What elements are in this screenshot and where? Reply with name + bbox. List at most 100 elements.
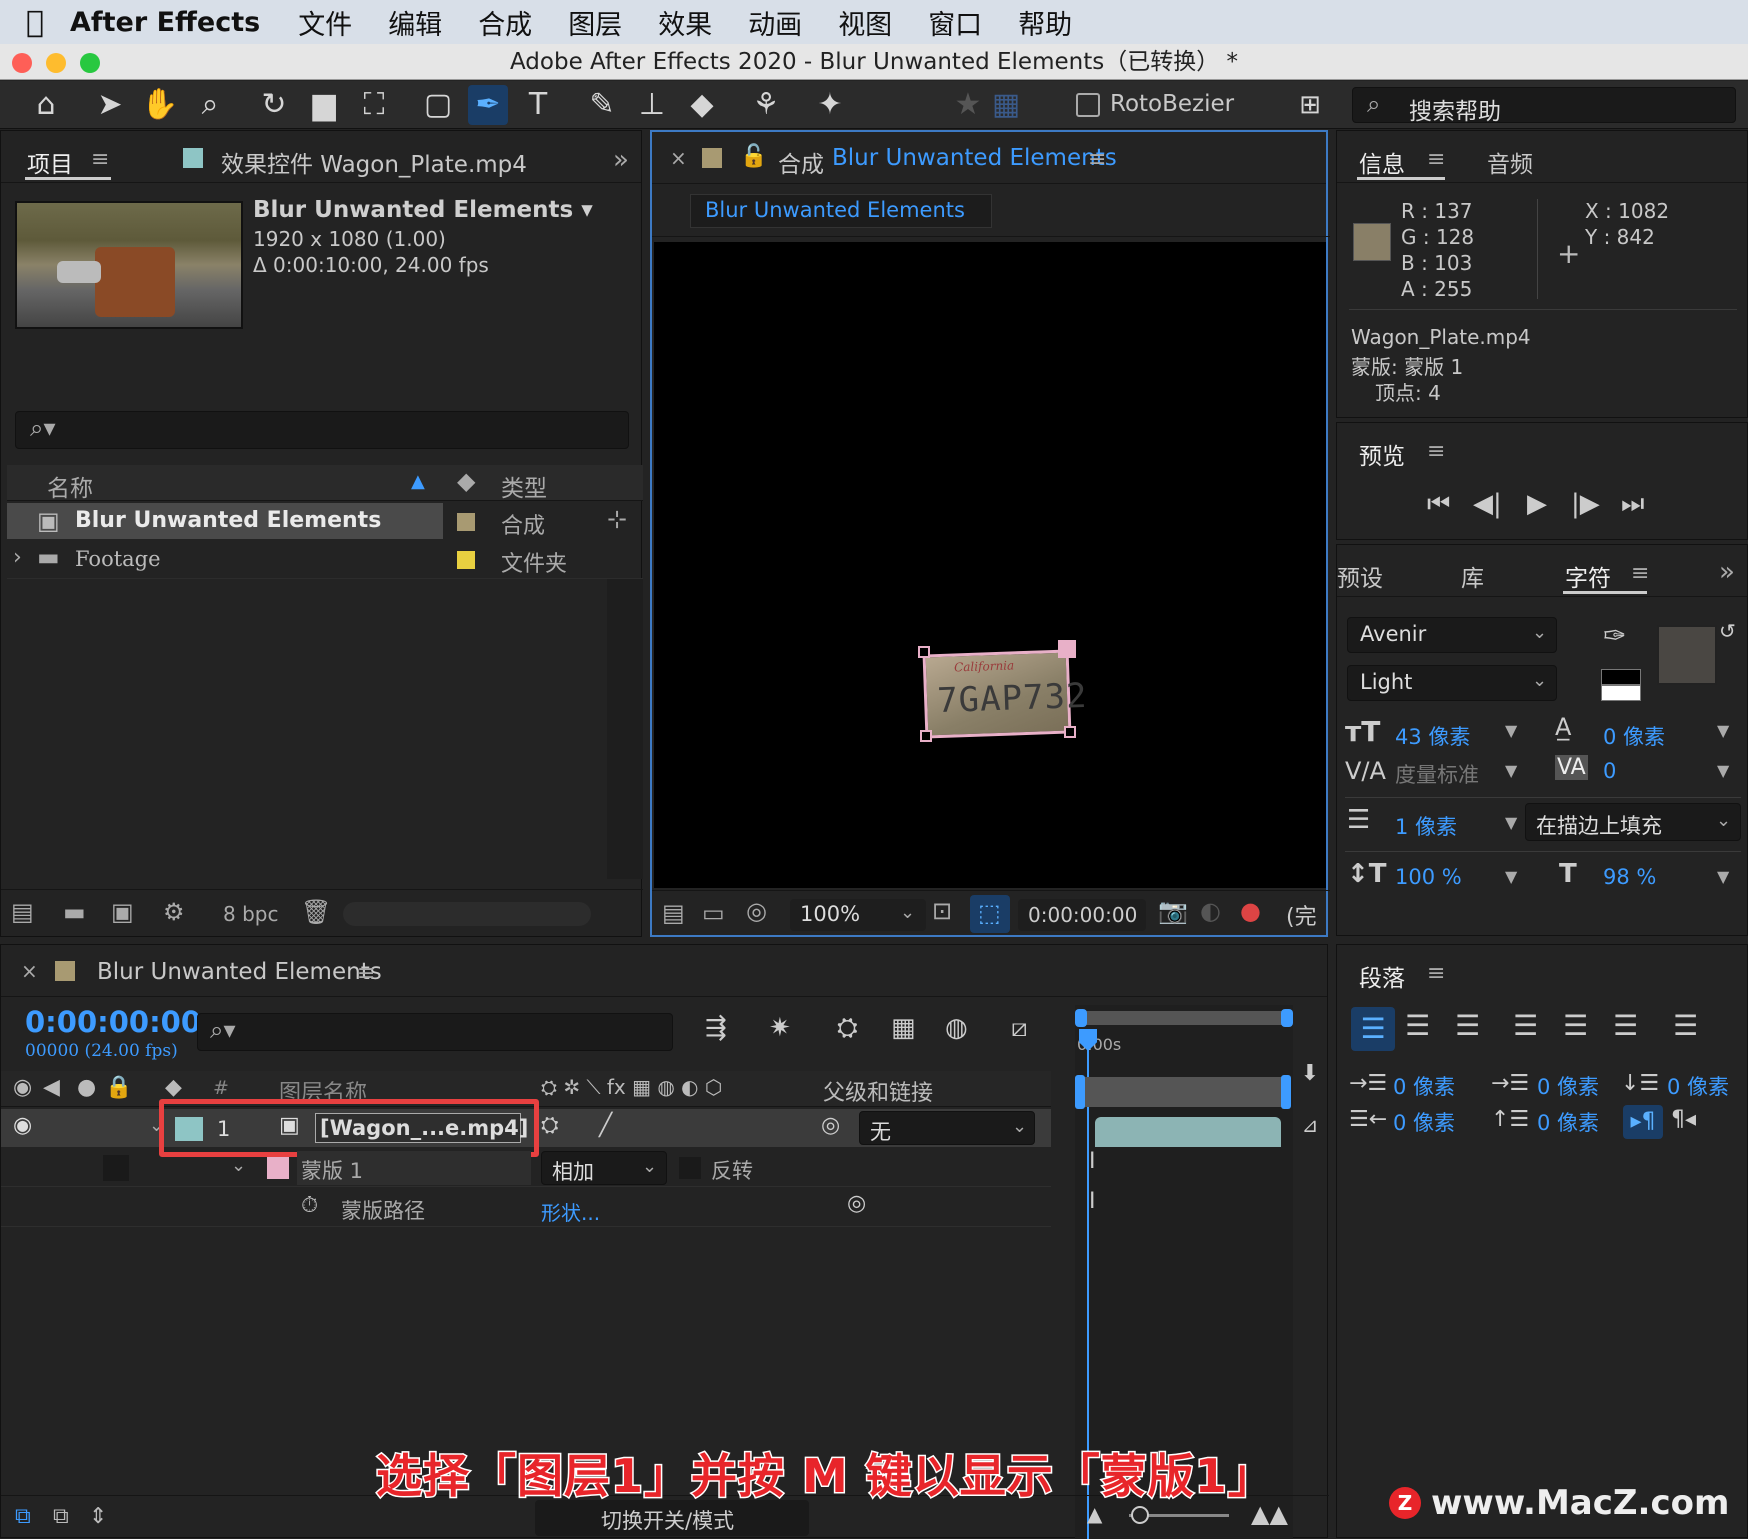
mask-visibility-icon[interactable]: ◎	[746, 897, 767, 925]
toggle-switches-modes-button[interactable]: 切换开关/模式	[535, 1500, 809, 1536]
chevron-down-icon[interactable]: ▼	[1505, 721, 1517, 740]
font-family-dropdown[interactable]: Avenir ⌄	[1347, 617, 1557, 653]
panel-overflow-icon[interactable]: »	[1719, 557, 1735, 587]
swap-colors-icon[interactable]: ↺	[1719, 619, 1736, 643]
project-menu-icon[interactable]: ≡	[91, 147, 109, 172]
parent-dropdown[interactable]: 无 ⌄	[859, 1111, 1035, 1145]
zoom-in-icon[interactable]: ▲▲	[1251, 1500, 1288, 1528]
chevron-down-icon[interactable]: ▼	[1717, 721, 1729, 740]
trash-icon[interactable]: 🗑	[301, 898, 331, 926]
close-window-button[interactable]	[12, 53, 32, 73]
snapshot-toggle-icon[interactable]: ▤	[662, 899, 685, 927]
menu-layer[interactable]: 图层	[568, 3, 622, 42]
eye-icon[interactable]: ◉	[13, 1113, 32, 1138]
motion-blur-icon[interactable]: ◍	[945, 1013, 968, 1043]
new-folder-icon[interactable]: ▬	[63, 898, 86, 926]
comp-viewer[interactable]: California 7GAP732	[654, 242, 1326, 888]
invert-checkbox[interactable]	[679, 1157, 701, 1179]
pick-whip-icon[interactable]: ◎	[821, 1113, 840, 1138]
indent-left-value[interactable]: 0 像素	[1393, 1071, 1455, 1101]
search-help-field[interactable]: ⌕ 搜索帮助	[1352, 87, 1736, 125]
eraser-tool-icon[interactable]: ◆	[682, 85, 722, 125]
clone-stamp-tool-icon[interactable]: ⊥	[632, 85, 672, 125]
mask-vertex-handle[interactable]	[918, 646, 930, 658]
zoom-slider-thumb[interactable]	[1131, 1506, 1149, 1524]
camera-tool-icon[interactable]: ▆	[304, 85, 344, 125]
zoom-dropdown[interactable]: 100% ⌄	[790, 899, 926, 931]
justify-last-center-icon[interactable]: ☰	[1563, 1009, 1588, 1042]
menu-edit[interactable]: 编辑	[388, 3, 442, 42]
comp-subtab[interactable]: Blur Unwanted Elements	[690, 194, 992, 228]
mask-name-field[interactable]: 蒙版 1	[297, 1151, 531, 1185]
channel-rgb-icon[interactable]: ●	[1240, 897, 1261, 925]
tab-character[interactable]: 字符	[1565, 559, 1611, 593]
tracking-value[interactable]: 0	[1603, 759, 1616, 783]
menu-view[interactable]: 视图	[838, 3, 892, 42]
table-row[interactable]: ⏱ 蒙版路径 形状... ◎	[1, 1189, 1051, 1227]
quality-switch-icon[interactable]: ╱	[599, 1113, 612, 1138]
region-of-interest-icon[interactable]: ⊡	[932, 897, 952, 925]
tab-presets[interactable]: 预设	[1337, 559, 1383, 593]
indent-right-value[interactable]: 0 像素	[1393, 1107, 1455, 1137]
shy-switch-icon[interactable]: ⛭	[541, 1113, 559, 1138]
list-item[interactable]: › ▬ Footage 文件夹	[7, 541, 643, 579]
resolution-dropdown[interactable]: (完	[1286, 899, 1317, 931]
preview-title[interactable]: 预览	[1359, 437, 1405, 471]
play-icon[interactable]: ▶	[1527, 489, 1547, 519]
workspace-icon[interactable]: ⊞	[1290, 85, 1330, 125]
toggle-transparency-grid-icon[interactable]: ⬚	[970, 895, 1010, 933]
indent-first-line-value[interactable]: 0 像素	[1537, 1071, 1599, 1101]
frame-blending-icon[interactable]: ▦	[891, 1013, 916, 1043]
draft-3d-icon[interactable]: ✷	[769, 1013, 791, 1043]
sort-ascending-icon[interactable]: ▲	[411, 471, 425, 492]
hand-tool-icon[interactable]: ✋	[140, 85, 180, 125]
project-search-input[interactable]: ⌕▾	[15, 411, 629, 449]
rotobezier-checkbox[interactable]	[1076, 93, 1100, 117]
align-right-icon[interactable]: ☰	[1455, 1009, 1480, 1042]
justify-all-icon[interactable]: ☰	[1673, 1009, 1698, 1042]
lock-switch[interactable]	[103, 1155, 129, 1181]
col-type[interactable]: 类型	[501, 469, 547, 503]
horizontal-scale-value[interactable]: 98 %	[1603, 865, 1656, 889]
menu-effect[interactable]: 效果	[658, 3, 712, 42]
menu-help[interactable]: 帮助	[1018, 3, 1072, 42]
transfer-controls-icon[interactable]: ⧉	[53, 1504, 69, 1529]
brush-tool-icon[interactable]: ✎	[582, 85, 622, 125]
comp-menu-icon[interactable]: ≡	[1088, 147, 1106, 172]
character-menu-icon[interactable]: ≡	[1631, 561, 1649, 586]
shy-layers-icon[interactable]: ⛭	[837, 1013, 858, 1044]
lock-icon[interactable]: 🔓	[740, 144, 767, 169]
lock-icon[interactable]: 🔒	[105, 1075, 132, 1100]
parent-link-icon[interactable]: ⊿	[1293, 1113, 1327, 1143]
mask-vertex-handle[interactable]	[1058, 640, 1076, 658]
last-frame-icon[interactable]: ⏭	[1621, 489, 1644, 520]
paragraph-title[interactable]: 段落	[1359, 959, 1405, 993]
chevron-down-icon[interactable]: ▼	[1505, 867, 1517, 886]
pan-behind-tool-icon[interactable]: ⛶	[354, 85, 394, 125]
zoom-tool-icon[interactable]: ⌕	[190, 85, 230, 125]
chevron-down-icon[interactable]: ▼	[1505, 761, 1517, 780]
camera-snapshot-icon[interactable]: 📷	[1158, 897, 1188, 925]
font-size-value[interactable]: 43 像素	[1395, 721, 1470, 751]
list-item[interactable]: ▣ Blur Unwanted Elements 合成 ⊹	[7, 503, 643, 541]
label-color-swatch[interactable]	[457, 551, 475, 569]
white-swatch[interactable]	[1601, 685, 1641, 701]
vertical-scale-value[interactable]: 100 %	[1395, 865, 1462, 889]
timeline-timecode[interactable]: 0:00:00:00	[25, 1005, 201, 1039]
label-color-swatch[interactable]	[457, 513, 475, 531]
solo-icon[interactable]: ●	[77, 1075, 96, 1100]
mask-path-value[interactable]: 形状...	[541, 1197, 600, 1226]
work-area-bar[interactable]	[1079, 1011, 1293, 1025]
table-row[interactable]: ⌄ 蒙版 1 相加 ⌄ 反转	[1, 1149, 1051, 1187]
comp-marker-icon[interactable]: ⬇	[1293, 1061, 1327, 1091]
home-icon[interactable]: ⌂	[26, 85, 66, 125]
col-name[interactable]: 名称	[47, 469, 93, 503]
eyedropper-icon[interactable]: ✑	[1603, 619, 1626, 652]
project-scrollbar[interactable]	[607, 579, 643, 879]
tab-effect-controls[interactable]: 效果控件 Wagon_Plate.mp4	[221, 145, 527, 179]
comp-mini-flowchart-icon[interactable]: ⇶	[705, 1013, 727, 1043]
menu-file[interactable]: 文件	[298, 3, 352, 42]
dependencies-icon[interactable]: ⚙	[163, 898, 185, 926]
next-frame-icon[interactable]: |▶︎	[1571, 489, 1600, 519]
stroke-mode-dropdown[interactable]: 在描边上填充 ⌄	[1525, 803, 1741, 841]
